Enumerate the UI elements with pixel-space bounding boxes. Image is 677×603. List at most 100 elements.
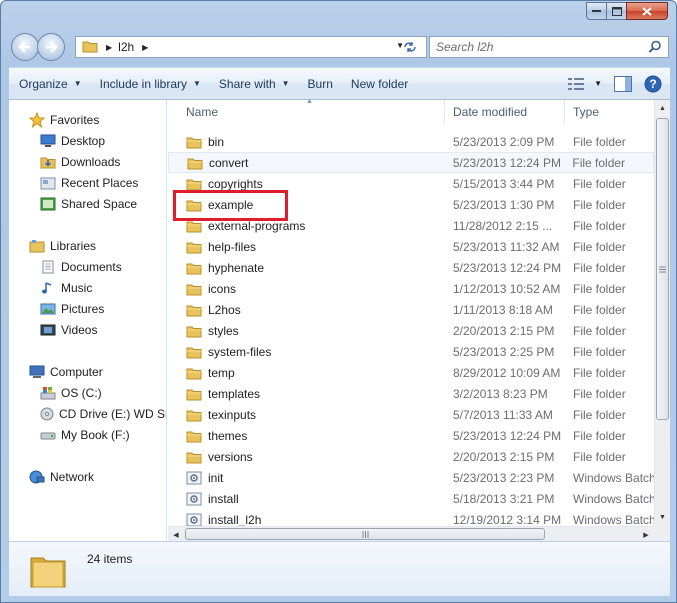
file-name: copyrights (208, 176, 263, 191)
videos-icon (39, 322, 57, 338)
minimize-icon (592, 10, 601, 12)
arrow-left-icon (18, 41, 30, 53)
file-type-cell: File folder (573, 386, 626, 401)
file-name-cell: templates (168, 386, 445, 402)
file-type-cell: File folder (573, 218, 626, 233)
table-row[interactable]: external-programs 11/28/2012 2:15 ... File… (168, 215, 654, 236)
breadcrumb-separator-icon[interactable]: ▶ (106, 43, 112, 52)
column-headers: ▲ Name Date modified Type (168, 98, 654, 124)
vertical-scrollbar[interactable]: ▲ ▼ (654, 100, 670, 526)
preview-pane-button[interactable] (614, 75, 632, 92)
column-header-type[interactable]: Type (565, 100, 654, 124)
search-box[interactable] (429, 36, 669, 58)
sidebar-item-my-book[interactable]: My Book (F:) (9, 424, 166, 445)
folder-icon (187, 155, 203, 171)
table-row[interactable]: hyphenate 5/23/2013 12:24 PM File folder (168, 257, 654, 278)
maximize-button[interactable] (606, 2, 627, 20)
date-modified-cell: 5/23/2013 2:09 PM (453, 134, 555, 149)
address-bar[interactable]: ▶ l2h ▶ ▼ (75, 36, 427, 58)
include-in-library-menu[interactable]: Include in library ▼ (91, 68, 210, 99)
scroll-right-icon[interactable]: ▶ (638, 527, 654, 542)
column-label: Date modified (453, 105, 528, 119)
refresh-button[interactable] (399, 36, 421, 58)
scrollbar-corner (654, 526, 670, 541)
column-header-date[interactable]: Date modified (445, 100, 565, 124)
file-type-cell: File folder (572, 155, 626, 170)
item-count: 24 items (87, 552, 133, 566)
date-modified-cell: 5/23/2013 2:25 PM (453, 344, 555, 359)
back-button[interactable] (11, 33, 39, 61)
sidebar-item-pictures[interactable]: Pictures (9, 298, 166, 319)
table-row[interactable]: styles 2/20/2013 2:15 PM File folder (168, 320, 654, 341)
file-type-cell: File folder (573, 176, 626, 191)
table-row[interactable]: help-files 5/23/2013 11:32 AM File folder (168, 236, 654, 257)
table-row[interactable]: example 5/23/2013 1:30 PM File folder (168, 194, 654, 215)
sidebar-item-shared-space[interactable]: Shared Space (9, 193, 166, 214)
table-row[interactable]: templates 3/2/2013 8:23 PM File folder (168, 383, 654, 404)
sidebar-item-downloads[interactable]: Downloads (9, 151, 166, 172)
table-row[interactable]: init 5/23/2013 2:23 PM Windows Batch (168, 467, 654, 488)
folder-icon (186, 428, 202, 444)
table-row[interactable]: versions 2/20/2013 2:15 PM File folder (168, 446, 654, 467)
sidebar-item-libraries[interactable]: Libraries (9, 235, 166, 256)
file-name-cell: external-programs (168, 218, 445, 234)
sidebar-item-music[interactable]: Music (9, 277, 166, 298)
sidebar-item-videos[interactable]: Videos (9, 319, 166, 340)
table-row[interactable]: install 5/18/2013 3:21 PM Windows Batch (168, 488, 654, 509)
date-modified-cell: 1/11/2013 8:18 AM (453, 302, 553, 317)
search-input[interactable] (436, 40, 636, 54)
file-type-cell: File folder (573, 134, 626, 149)
forward-button[interactable] (37, 33, 65, 61)
breadcrumb-l2h[interactable]: l2h (118, 40, 134, 54)
command-bar: Organize ▼ Include in library ▼ Share wi… (9, 67, 670, 100)
sidebar-item-desktop[interactable]: Desktop (9, 130, 166, 151)
breadcrumb-separator-icon[interactable]: ▶ (142, 43, 148, 52)
minimize-button[interactable] (586, 2, 607, 20)
organize-menu[interactable]: Organize ▼ (9, 68, 91, 99)
close-button[interactable] (626, 2, 668, 20)
sidebar-label: Pictures (61, 301, 105, 316)
file-name: themes (208, 428, 248, 443)
sidebar-item-computer[interactable]: Computer (9, 361, 166, 382)
vertical-scroll-thumb[interactable] (656, 118, 669, 420)
folder-stack-icon (27, 548, 71, 595)
burn-button[interactable]: Burn (299, 68, 342, 99)
file-type-cell: File folder (573, 344, 626, 359)
table-row[interactable]: icons 1/12/2013 10:52 AM File folder (168, 278, 654, 299)
change-view-button[interactable]: ▼ (568, 77, 602, 90)
sidebar-item-os-drive[interactable]: OS (C:) (9, 382, 166, 403)
sidebar-item-recent-places[interactable]: Recent Places (9, 172, 166, 193)
scroll-left-icon[interactable]: ◀ (168, 527, 184, 542)
table-row[interactable]: convert 5/23/2013 12:24 PM File folder (168, 152, 654, 173)
help-button[interactable]: ? (644, 75, 662, 93)
table-row[interactable]: L2hos 1/11/2013 8:18 AM File folder (168, 299, 654, 320)
file-name-cell: example (168, 197, 445, 213)
sidebar-item-cd-drive[interactable]: CD Drive (E:) WD Sm (9, 403, 166, 424)
caret-down-icon: ▼ (193, 79, 201, 88)
column-header-name[interactable]: ▲ Name (168, 98, 445, 124)
date-modified-cell: 2/20/2013 2:15 PM (453, 449, 555, 464)
file-type-cell: File folder (573, 449, 626, 464)
file-name-cell: themes (168, 428, 445, 444)
cd-drive-icon (39, 406, 55, 422)
new-folder-button[interactable]: New folder (342, 68, 417, 99)
file-name: convert (209, 155, 249, 170)
sidebar-item-documents[interactable]: Documents (9, 256, 166, 277)
music-icon (39, 280, 57, 296)
horizontal-scrollbar[interactable]: ◀ ▶ (168, 526, 654, 541)
search-icon[interactable] (648, 40, 662, 57)
horizontal-scroll-thumb[interactable] (185, 528, 545, 540)
scroll-up-icon[interactable]: ▲ (655, 100, 670, 117)
scroll-down-icon[interactable]: ▼ (655, 509, 670, 526)
table-row[interactable]: copyrights 5/15/2013 3:44 PM File folder (168, 173, 654, 194)
sidebar-item-network[interactable]: Network (9, 466, 166, 487)
table-row[interactable]: texinputs 5/7/2013 11:33 AM File folder (168, 404, 654, 425)
table-row[interactable]: themes 5/23/2013 12:24 PM File folder (168, 425, 654, 446)
table-row[interactable]: temp 8/29/2012 10:09 AM File folder (168, 362, 654, 383)
table-row[interactable]: system-files 5/23/2013 2:25 PM File folder (168, 341, 654, 362)
table-row[interactable]: bin 5/23/2013 2:09 PM File folder (168, 131, 654, 152)
sidebar-item-favorites[interactable]: Favorites (9, 109, 166, 130)
preview-pane-icon (614, 75, 632, 92)
share-with-menu[interactable]: Share with ▼ (210, 68, 299, 99)
batch-file-icon (186, 491, 202, 507)
